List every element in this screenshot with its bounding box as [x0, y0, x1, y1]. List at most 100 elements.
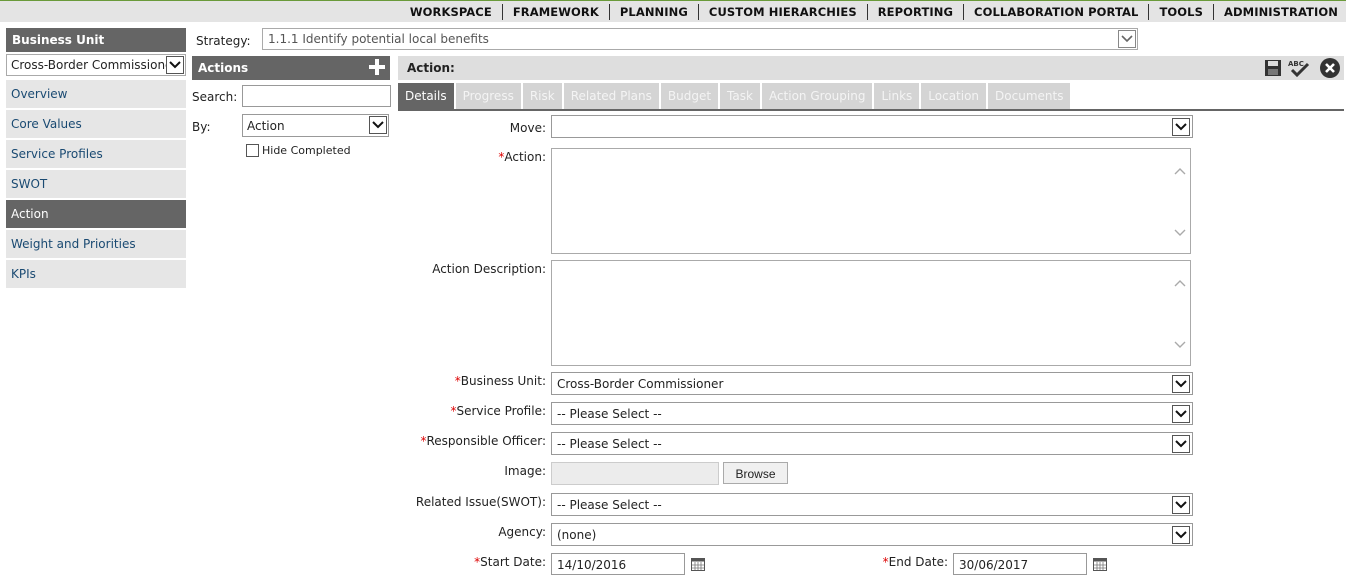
- actions-panel-title: Actions: [198, 61, 249, 75]
- business-unit-field-label: *Business Unit:: [455, 374, 546, 388]
- strategy-select[interactable]: 1.1.1 Identify potential local benefits: [262, 28, 1138, 50]
- nav-framework[interactable]: FRAMEWORK: [503, 4, 610, 20]
- nav-reporting[interactable]: REPORTING: [868, 4, 965, 20]
- by-label: By:: [192, 120, 211, 134]
- nav-workspace[interactable]: WORKSPACE: [400, 4, 503, 20]
- tab-details[interactable]: Details: [398, 83, 454, 110]
- action-textarea[interactable]: [551, 148, 1191, 254]
- business-unit-field-select[interactable]: Cross-Border Commissioner: [551, 372, 1193, 395]
- tab-progress[interactable]: Progress: [455, 83, 521, 110]
- tab-related-plans[interactable]: Related Plans: [563, 83, 659, 110]
- tab-location[interactable]: Location: [921, 83, 987, 110]
- sidebar-item-overview[interactable]: Overview: [6, 80, 186, 108]
- top-nav-menu: WORKSPACE FRAMEWORK PLANNING CUSTOM HIER…: [400, 3, 1338, 21]
- start-date-label-text: Start Date:: [480, 555, 546, 569]
- sidebar-item-weight-and-priorities[interactable]: Weight and Priorities: [6, 230, 186, 258]
- by-select[interactable]: Action: [242, 114, 389, 137]
- tab-links[interactable]: Links: [874, 83, 920, 110]
- chevron-down-icon[interactable]: [1172, 375, 1190, 393]
- chevron-down-icon[interactable]: [1172, 118, 1190, 136]
- chevron-down-icon[interactable]: [1172, 526, 1190, 544]
- business-unit-header: Business Unit: [6, 28, 186, 52]
- responsible-officer-label-text: Responsible Officer:: [426, 434, 546, 448]
- add-icon[interactable]: [369, 59, 385, 75]
- sidebar-item-swot[interactable]: SWOT: [6, 170, 186, 198]
- chevron-down-icon[interactable]: [1172, 405, 1190, 423]
- browse-button[interactable]: Browse: [723, 462, 788, 484]
- tab-documents[interactable]: Documents: [988, 83, 1071, 110]
- action-label: *Action:: [498, 150, 546, 164]
- agency-select[interactable]: (none): [551, 523, 1193, 546]
- spellcheck-icon[interactable]: ABC: [1288, 59, 1310, 77]
- agency-label: Agency:: [498, 525, 546, 539]
- sidebar-item-core-values[interactable]: Core Values: [6, 110, 186, 138]
- scroll-up-icon[interactable]: [1174, 279, 1186, 287]
- tab-action-grouping[interactable]: Action Grouping: [761, 83, 873, 110]
- close-icon[interactable]: [1320, 58, 1340, 78]
- action-panel-header: Action: ABC: [398, 56, 1344, 80]
- top-navigation-bar: WORKSPACE FRAMEWORK PLANNING CUSTOM HIER…: [0, 0, 1346, 22]
- agency-value: (none): [557, 528, 597, 542]
- chevron-down-icon[interactable]: [166, 56, 184, 74]
- image-label: Image:: [504, 464, 546, 478]
- end-date-label-text: End Date:: [888, 555, 948, 569]
- save-icon[interactable]: [1264, 59, 1282, 77]
- nav-custom-hierarchies[interactable]: CUSTOM HIERARCHIES: [699, 4, 868, 20]
- related-issue-label: Related Issue(SWOT):: [415, 495, 546, 509]
- responsible-officer-label: *Responsible Officer:: [420, 434, 546, 448]
- chevron-down-icon[interactable]: [369, 116, 387, 134]
- business-unit-field-value: Cross-Border Commissioner: [557, 377, 724, 391]
- scroll-down-icon[interactable]: [1174, 229, 1186, 237]
- tab-underline: [398, 109, 1344, 111]
- tab-budget[interactable]: Budget: [660, 83, 719, 110]
- action-description-textarea[interactable]: [551, 260, 1191, 366]
- action-panel-title: Action:: [407, 61, 455, 75]
- svg-text:ABC: ABC: [1288, 60, 1304, 68]
- move-label: Move:: [509, 121, 546, 135]
- chevron-down-icon[interactable]: [1172, 496, 1190, 514]
- tab-risk[interactable]: Risk: [522, 83, 562, 110]
- chevron-down-icon[interactable]: [1118, 30, 1136, 48]
- action-label-text: Action:: [504, 150, 546, 164]
- tab-task[interactable]: Task: [720, 83, 760, 110]
- move-select[interactable]: [551, 115, 1193, 138]
- strategy-select-value: 1.1.1 Identify potential local benefits: [268, 32, 489, 46]
- business-unit-select-value: Cross-Border Commissioner: [11, 58, 178, 72]
- service-profile-label-text: Service Profile:: [456, 404, 546, 418]
- service-profile-label: *Service Profile:: [450, 404, 546, 418]
- end-date-label: *End Date:: [883, 555, 948, 569]
- action-tabs: Details Progress Risk Related Plans Budg…: [398, 83, 1072, 110]
- sidebar-item-service-profiles[interactable]: Service Profiles: [6, 140, 186, 168]
- scroll-down-icon[interactable]: [1174, 341, 1186, 349]
- by-select-value: Action: [247, 119, 285, 133]
- hide-completed-label: Hide Completed: [262, 144, 351, 157]
- responsible-officer-value: -- Please Select --: [557, 437, 662, 451]
- calendar-icon[interactable]: [1093, 558, 1107, 571]
- service-profile-value: -- Please Select --: [557, 407, 662, 421]
- search-input[interactable]: [242, 85, 391, 107]
- chevron-down-icon[interactable]: [1172, 435, 1190, 453]
- end-date-input[interactable]: 30/06/2017: [953, 553, 1087, 575]
- search-label: Search:: [192, 90, 238, 104]
- strategy-label: Strategy:: [196, 34, 251, 48]
- calendar-icon[interactable]: [691, 558, 705, 571]
- nav-planning[interactable]: PLANNING: [610, 4, 699, 20]
- business-unit-select[interactable]: Cross-Border Commissioner: [6, 54, 186, 76]
- nav-collaboration-portal[interactable]: COLLABORATION PORTAL: [964, 4, 1150, 20]
- sidebar-item-action[interactable]: Action: [6, 200, 186, 228]
- start-date-label: *Start Date:: [474, 555, 546, 569]
- sidebar-item-kpis[interactable]: KPIs: [6, 260, 186, 288]
- actions-panel-header: Actions: [192, 56, 390, 80]
- responsible-officer-select[interactable]: -- Please Select --: [551, 432, 1193, 455]
- start-date-input[interactable]: 14/10/2016: [551, 553, 685, 575]
- nav-administration[interactable]: ADMINISTRATION: [1214, 4, 1338, 20]
- related-issue-value: -- Please Select --: [557, 498, 662, 512]
- scroll-up-icon[interactable]: [1174, 167, 1186, 175]
- business-unit-field-label-text: Business Unit:: [460, 374, 546, 388]
- action-description-label: Action Description:: [432, 262, 546, 276]
- image-file-field[interactable]: [551, 462, 719, 485]
- nav-tools[interactable]: TOOLS: [1149, 4, 1214, 20]
- related-issue-select[interactable]: -- Please Select --: [551, 493, 1193, 516]
- service-profile-select[interactable]: -- Please Select --: [551, 402, 1193, 425]
- hide-completed-checkbox[interactable]: [246, 144, 259, 157]
